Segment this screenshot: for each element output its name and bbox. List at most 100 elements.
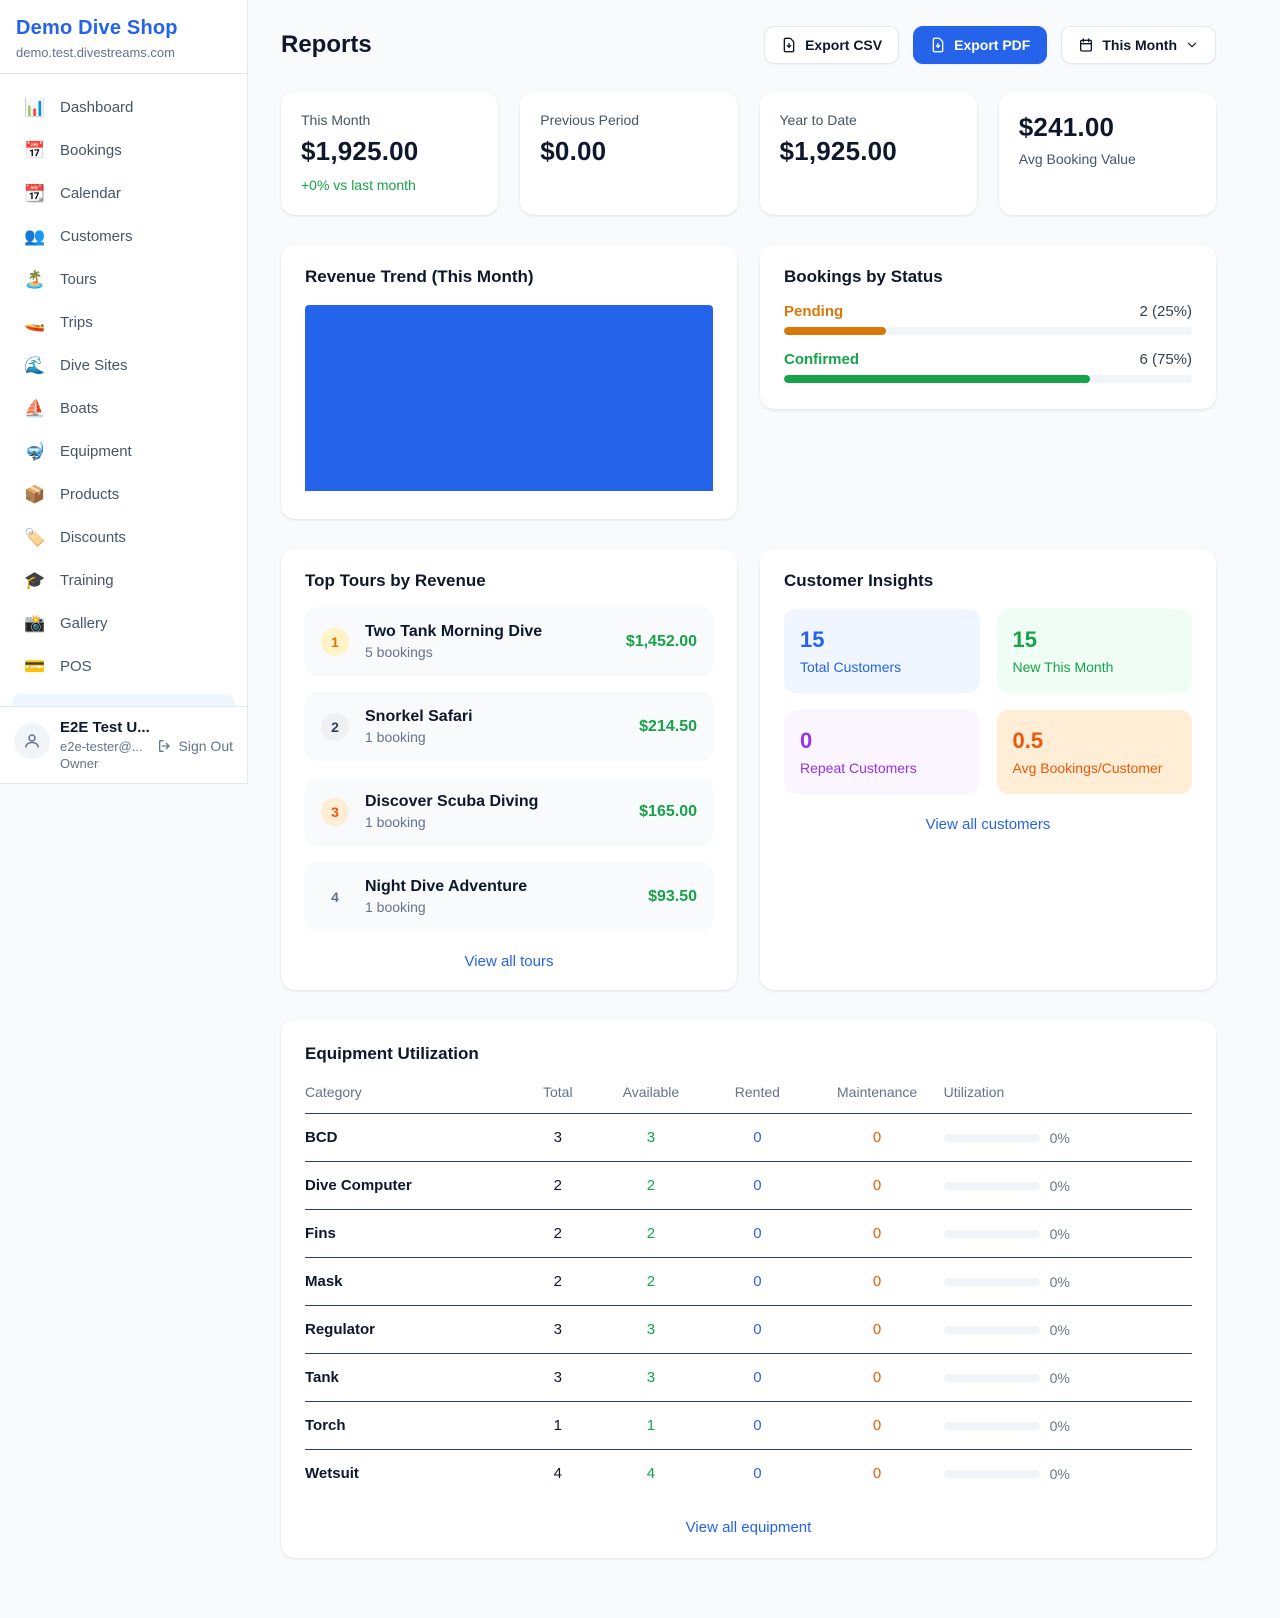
sidebar-item-training[interactable]: 🎓Training	[8, 559, 239, 602]
stat-card-avg-booking-value: $241.00 Avg Booking Value	[999, 92, 1216, 215]
cell-utilization: 0%	[944, 1114, 1192, 1162]
status-rows: Pending2 (25%)Confirmed6 (75%)	[784, 303, 1192, 383]
tour-info: Discover Scuba Diving1 booking	[365, 793, 623, 830]
cell-available: 3	[598, 1306, 704, 1354]
utilization-bar-track	[944, 1278, 1040, 1286]
cell-maintenance: 0	[811, 1114, 944, 1162]
status-count: 2 (25%)	[1139, 303, 1192, 320]
stat-value: $241.00	[1019, 112, 1196, 143]
cell-utilization: 0%	[944, 1162, 1192, 1210]
stats-row: This Month$1,925.00+0% vs last monthPrev…	[281, 92, 1216, 215]
cell-maintenance: 0	[811, 1354, 944, 1402]
cell-rented: 0	[704, 1450, 810, 1498]
customers-icon: 👥	[24, 227, 46, 247]
calendar-icon	[1078, 37, 1094, 53]
sidebar-item-label: Gallery	[60, 615, 108, 632]
utilization-percent: 0%	[1050, 1178, 1070, 1194]
sidebar: Demo Dive Shop demo.test.divestreams.com…	[0, 0, 248, 784]
sign-out-button[interactable]: Sign Out	[157, 738, 233, 754]
dashboard-icon: 📊	[24, 98, 46, 118]
sidebar-item-label: Dive Sites	[60, 357, 128, 374]
sidebar-item-pos[interactable]: 💳POS	[8, 645, 239, 688]
column-header-rented: Rented	[704, 1078, 810, 1114]
tours-icon: 🏝️	[24, 270, 46, 290]
sidebar-item-label: POS	[60, 658, 92, 675]
user-block: E2E Test U... e2e-tester@... Sign Out Ow…	[60, 719, 233, 771]
tour-revenue: $93.50	[648, 888, 697, 906]
cell-available: 3	[598, 1114, 704, 1162]
tour-bookings: 1 booking	[365, 899, 632, 915]
sidebar-item-bookings[interactable]: 📅Bookings	[8, 129, 239, 172]
sidebar-item-dive-sites[interactable]: 🌊Dive Sites	[8, 344, 239, 387]
cell-category: Tank	[305, 1354, 518, 1402]
sign-out-icon	[157, 738, 173, 754]
sidebar-item-label: Customers	[60, 228, 133, 245]
sidebar-item-reports-active[interactable]	[12, 694, 235, 706]
utilization-bar-track	[944, 1182, 1040, 1190]
cell-rented: 0	[704, 1354, 810, 1402]
cell-total: 2	[518, 1210, 598, 1258]
cell-utilization: 0%	[944, 1258, 1192, 1306]
stat-label: Previous Period	[540, 112, 717, 128]
table-row-wetsuit: Wetsuit44000%	[305, 1450, 1192, 1498]
brand-domain: demo.test.divestreams.com	[16, 45, 231, 60]
sidebar-item-label: Products	[60, 486, 119, 503]
customer-insights-title: Customer Insights	[784, 571, 1192, 591]
utilization-bar-track	[944, 1374, 1040, 1382]
sidebar-item-gallery[interactable]: 📸Gallery	[8, 602, 239, 645]
stat-card-previous-period: Previous Period$0.00	[520, 92, 737, 215]
export-pdf-label: Export PDF	[954, 37, 1030, 53]
table-row-tank: Tank33000%	[305, 1354, 1192, 1402]
tour-item-discover-scuba-diving: 3Discover Scuba Diving1 booking$165.00	[305, 777, 713, 846]
sidebar-item-boats[interactable]: ⛵Boats	[8, 387, 239, 430]
tile-label: New This Month	[1013, 659, 1177, 675]
cell-category: Fins	[305, 1210, 518, 1258]
products-icon: 📦	[24, 485, 46, 505]
bookings-icon: 📅	[24, 141, 46, 161]
view-all-customers-link[interactable]: View all customers	[784, 816, 1192, 833]
cell-available: 1	[598, 1402, 704, 1450]
utilization-bar-track	[944, 1470, 1040, 1478]
sidebar-item-calendar[interactable]: 📆Calendar	[8, 172, 239, 215]
cell-rented: 0	[704, 1258, 810, 1306]
tour-name: Two Tank Morning Dive	[365, 623, 610, 641]
status-count: 6 (75%)	[1139, 351, 1192, 368]
sidebar-item-dashboard[interactable]: 📊Dashboard	[8, 86, 239, 129]
sidebar-item-trips[interactable]: 🚤Trips	[8, 301, 239, 344]
sidebar-item-equipment[interactable]: 🤿Equipment	[8, 430, 239, 473]
sidebar-nav: 📊Dashboard📅Bookings📆Calendar 👥 Customers 🏝️…	[0, 74, 247, 688]
view-all-equipment-link[interactable]: View all equipment	[305, 1519, 1192, 1536]
cell-utilization: 0%	[944, 1402, 1192, 1450]
cell-maintenance: 0	[811, 1450, 944, 1498]
sidebar-item-customers[interactable]: 👥 Customers	[8, 215, 239, 258]
view-all-tours-link[interactable]: View all tours	[305, 953, 713, 970]
status-label: Confirmed	[784, 351, 859, 368]
sidebar-item-discounts[interactable]: 🏷️Discounts	[8, 516, 239, 559]
tour-name: Night Dive Adventure	[365, 878, 632, 896]
cell-utilization: 0%	[944, 1306, 1192, 1354]
period-label: This Month	[1102, 37, 1177, 53]
utilization-percent: 0%	[1050, 1418, 1070, 1434]
trips-icon: 🚤	[24, 313, 46, 333]
sidebar-item-tours[interactable]: 🏝️Tours	[8, 258, 239, 301]
user-icon	[23, 732, 41, 750]
stat-delta: +0% vs last month	[301, 177, 478, 193]
stat-label: Avg Booking Value	[1019, 151, 1196, 167]
tile-label: Total Customers	[800, 659, 964, 675]
tile-value: 0	[800, 728, 964, 754]
sidebar-item-products[interactable]: 📦 Products	[8, 473, 239, 516]
table-row-bcd: BCD33000%	[305, 1114, 1192, 1162]
cell-total: 1	[518, 1402, 598, 1450]
period-dropdown[interactable]: This Month	[1061, 26, 1216, 64]
sidebar-item-label: Calendar	[60, 185, 121, 202]
utilization-bar-track	[944, 1422, 1040, 1430]
stat-card-year-to-date: Year to Date$1,925.00	[760, 92, 977, 215]
revenue-trend-card: Revenue Trend (This Month)	[281, 245, 737, 519]
cell-category: Torch	[305, 1402, 518, 1450]
export-csv-button[interactable]: Export CSV	[764, 26, 899, 64]
stat-label: This Month	[301, 112, 478, 128]
export-pdf-button[interactable]: Export PDF	[913, 26, 1047, 64]
rank-badge: 2	[321, 713, 349, 741]
cell-available: 4	[598, 1450, 704, 1498]
status-row-confirmed: Confirmed 6 (75%)	[784, 351, 1192, 383]
